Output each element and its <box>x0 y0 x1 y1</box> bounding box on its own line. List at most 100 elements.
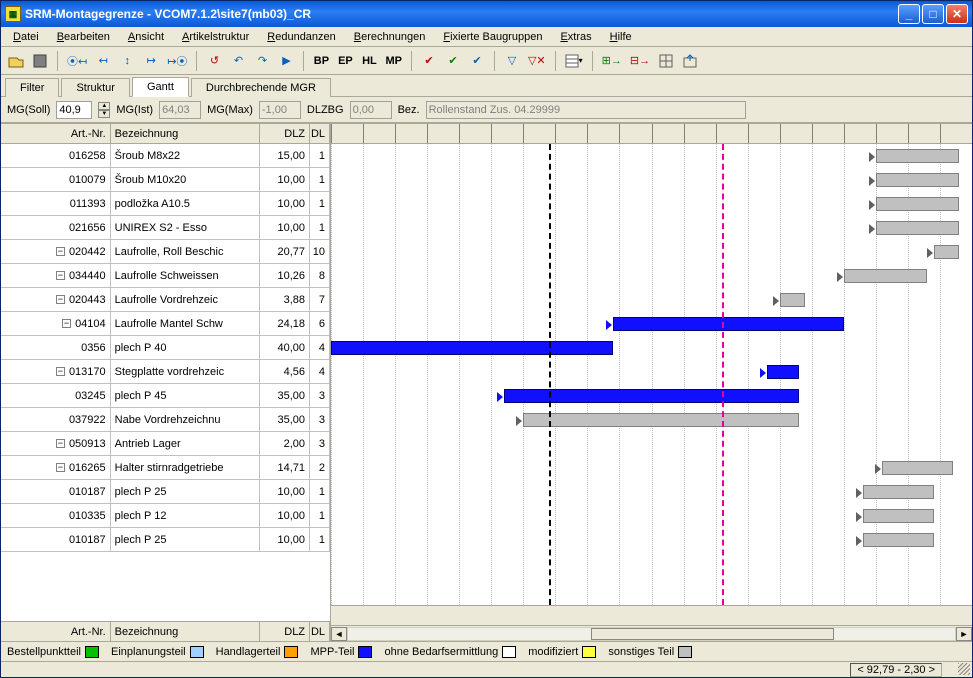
open-icon[interactable] <box>5 50 27 72</box>
gantt-bar[interactable] <box>780 293 806 307</box>
gantt-row[interactable] <box>331 360 972 384</box>
resize-grip-icon[interactable] <box>958 663 970 675</box>
gantt-row[interactable] <box>331 288 972 312</box>
table-row[interactable]: −013170Stegplatte vordrehzeic4,564 <box>1 360 330 384</box>
gantt-bar[interactable] <box>882 461 953 475</box>
expander-icon[interactable]: − <box>56 439 65 448</box>
table-row[interactable]: 010335plech P 1210,001 <box>1 504 330 528</box>
export-icon[interactable] <box>679 50 701 72</box>
list-icon[interactable]: ▾ <box>562 50 586 72</box>
filter-clear-icon[interactable]: ▽✕ <box>525 50 549 72</box>
menu-item[interactable]: Ansicht <box>120 27 172 46</box>
expander-icon[interactable]: − <box>56 247 65 256</box>
table-icon[interactable] <box>655 50 677 72</box>
gantt-row[interactable] <box>331 312 972 336</box>
gantt-row[interactable] <box>331 192 972 216</box>
tab[interactable]: Filter <box>5 78 59 97</box>
gantt-bar[interactable] <box>876 197 959 211</box>
spinner-up-icon[interactable]: ▲ <box>98 102 110 110</box>
col-header-bez[interactable]: Bezeichnung <box>111 124 261 143</box>
gantt-bar[interactable] <box>331 341 613 355</box>
menu-item[interactable]: Extras <box>552 27 599 46</box>
tab[interactable]: Gantt <box>132 77 189 97</box>
table-row[interactable]: 010187plech P 2510,001 <box>1 528 330 552</box>
refresh-icon[interactable]: ↺ <box>203 50 225 72</box>
menu-item[interactable]: Fixierte Baugruppen <box>435 27 550 46</box>
menu-item[interactable]: Bearbeiten <box>49 27 118 46</box>
table-row[interactable]: −050913Antrieb Lager2,003 <box>1 432 330 456</box>
gantt-row[interactable] <box>331 216 972 240</box>
nav-up-icon[interactable]: ↕ <box>116 50 138 72</box>
gantt-bar[interactable] <box>863 485 934 499</box>
gantt-hscroll[interactable]: ◄ ► <box>331 625 972 641</box>
gantt-row[interactable] <box>331 240 972 264</box>
col-header-dl[interactable]: DL <box>310 124 330 143</box>
menu-item[interactable]: Datei <box>5 27 47 46</box>
table-row[interactable]: −020443Laufrolle Vordrehzeic3,887 <box>1 288 330 312</box>
filter-icon[interactable]: ▽ <box>501 50 523 72</box>
nav-first-icon[interactable]: ⦿↤ <box>64 50 90 72</box>
table-row[interactable]: 011393podložka A10.510,001 <box>1 192 330 216</box>
gantt-row[interactable] <box>331 384 972 408</box>
gantt-row[interactable] <box>331 336 972 360</box>
bp-button[interactable]: BP <box>310 50 332 72</box>
maximize-button[interactable]: □ <box>922 4 944 24</box>
gantt-bar[interactable] <box>844 269 927 283</box>
menu-item[interactable]: Artikelstruktur <box>174 27 257 46</box>
mp-button[interactable]: MP <box>382 50 405 72</box>
tree-remove-icon[interactable]: ⊟→ <box>627 50 653 72</box>
col-header-art[interactable]: Art.-Nr. <box>1 124 111 143</box>
tab[interactable]: Durchbrechende MGR <box>191 78 331 97</box>
check-green-icon[interactable]: ✔ <box>442 50 464 72</box>
menu-item[interactable]: Hilfe <box>602 27 640 46</box>
gantt-row[interactable] <box>331 528 972 552</box>
gantt-bar[interactable] <box>613 317 844 331</box>
gantt-bar[interactable] <box>876 221 959 235</box>
table-row[interactable]: −04104Laufrolle Mantel Schw24,186 <box>1 312 330 336</box>
tree-insert-icon[interactable]: ⊞→ <box>599 50 625 72</box>
table-row[interactable]: 0356plech P 4040,004 <box>1 336 330 360</box>
scroll-left-icon[interactable]: ◄ <box>331 627 347 641</box>
table-row[interactable]: −020442Laufrolle, Roll Beschic20,7710 <box>1 240 330 264</box>
gantt-row[interactable] <box>331 432 972 456</box>
table-row[interactable]: 016258Šroub M8x2215,001 <box>1 144 330 168</box>
gantt-body[interactable] <box>331 144 972 605</box>
undo-icon[interactable]: ↶ <box>227 50 249 72</box>
redo-icon[interactable]: ↷ <box>251 50 273 72</box>
check-red-icon[interactable]: ✔ <box>418 50 440 72</box>
scroll-track[interactable] <box>347 627 956 641</box>
gantt-bar[interactable] <box>934 245 960 259</box>
nav-prev-icon[interactable]: ↤ <box>92 50 114 72</box>
spinner-down-icon[interactable]: ▼ <box>98 110 110 118</box>
gantt-row[interactable] <box>331 456 972 480</box>
gantt-row[interactable] <box>331 168 972 192</box>
scroll-thumb[interactable] <box>591 628 834 640</box>
gantt-bar[interactable] <box>863 533 934 547</box>
table-row[interactable]: 010187plech P 2510,001 <box>1 480 330 504</box>
gantt-bar[interactable] <box>876 173 959 187</box>
tab[interactable]: Struktur <box>61 78 130 97</box>
gantt-row[interactable] <box>331 264 972 288</box>
gantt-bar[interactable] <box>523 413 799 427</box>
col-header-dlz[interactable]: DLZ <box>260 124 310 143</box>
gantt-row[interactable] <box>331 408 972 432</box>
gantt-bar[interactable] <box>767 365 799 379</box>
nav-last-icon[interactable]: ↦⦿ <box>164 50 190 72</box>
ep-button[interactable]: EP <box>334 50 356 72</box>
scroll-right-icon[interactable]: ► <box>956 627 972 641</box>
gantt-row[interactable] <box>331 144 972 168</box>
expander-icon[interactable]: − <box>56 367 65 376</box>
minimize-button[interactable]: _ <box>898 4 920 24</box>
table-row[interactable]: 021656UNIREX S2 - Esso10,001 <box>1 216 330 240</box>
expander-icon[interactable]: − <box>56 295 65 304</box>
gantt-row[interactable] <box>331 504 972 528</box>
expander-icon[interactable]: − <box>56 271 65 280</box>
gantt-bar[interactable] <box>876 149 959 163</box>
table-row[interactable]: 03245plech P 4535,003 <box>1 384 330 408</box>
save-icon[interactable] <box>29 50 51 72</box>
gantt-row[interactable] <box>331 480 972 504</box>
expander-icon[interactable]: − <box>62 319 71 328</box>
table-row[interactable]: −034440Laufrolle Schweissen10,268 <box>1 264 330 288</box>
run-icon[interactable]: ▶ <box>275 50 297 72</box>
gantt-bar[interactable] <box>863 509 934 523</box>
